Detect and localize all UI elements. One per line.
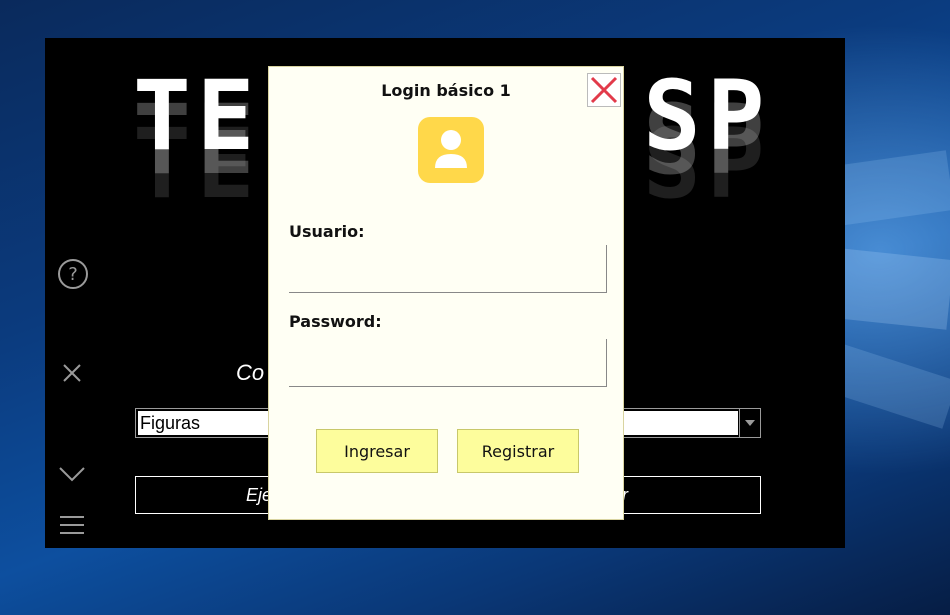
hamburger-menu-icon[interactable] (57, 510, 87, 540)
login-dialog: Login básico 1 Usuario: Password: Ingres… (268, 66, 624, 520)
chevron-down-icon[interactable] (57, 458, 87, 488)
user-avatar-icon (418, 117, 484, 183)
register-button[interactable]: Registrar (457, 429, 579, 473)
dialog-close-button[interactable] (587, 73, 621, 107)
combo-caption: Co (236, 360, 265, 385)
login-button[interactable]: Ingresar (316, 429, 438, 473)
app-logo-left: TE (133, 60, 261, 172)
help-icon[interactable]: ? (57, 258, 88, 289)
close-icon (590, 76, 618, 104)
close-icon[interactable] (57, 358, 87, 388)
dialog-title: Login básico 1 (381, 81, 511, 100)
username-label: Usuario: (289, 222, 365, 241)
password-label: Password: (289, 312, 382, 331)
dropdown-arrow-icon[interactable] (739, 409, 760, 437)
password-field[interactable] (289, 339, 607, 387)
app-logo-right: SP (643, 60, 771, 172)
svg-text:?: ? (68, 264, 78, 285)
username-field[interactable] (289, 245, 607, 293)
